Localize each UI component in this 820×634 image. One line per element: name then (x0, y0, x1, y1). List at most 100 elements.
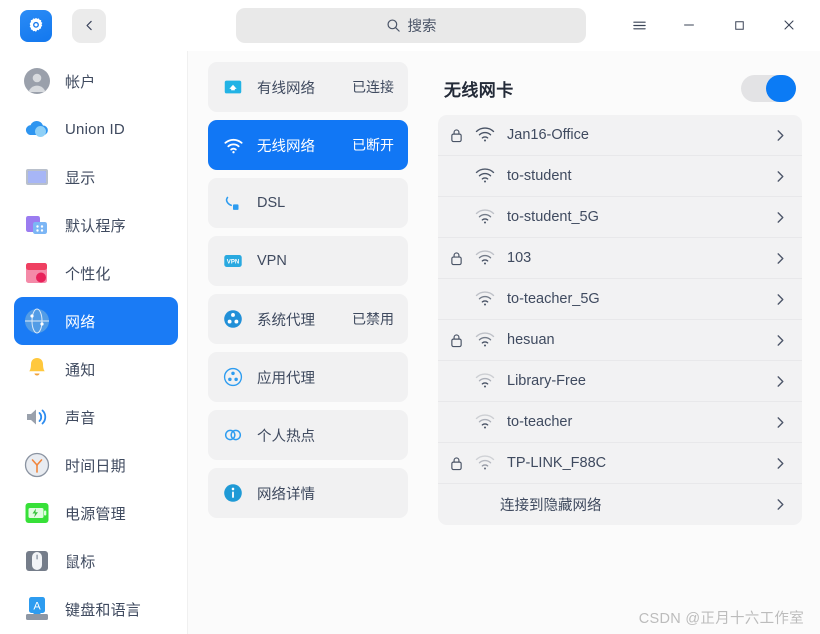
chevron-right-icon (775, 374, 786, 389)
network-category-system-proxy[interactable]: 系统代理 已禁用 (208, 294, 408, 344)
sidebar-item-label: 声音 (65, 409, 96, 427)
minimize-button[interactable] (664, 5, 714, 45)
wifi-signal-icon (470, 332, 500, 348)
settings-window: 搜索 帐户 Union ID 显示 默认程序 个性化 网络 通知 声音 时间日期… (0, 0, 820, 634)
sidebar-item-datetime[interactable]: 时间日期 (14, 441, 178, 489)
search-input[interactable]: 搜索 (236, 8, 586, 43)
wired-network-icon (220, 74, 246, 100)
wifi-ssid: Library-Free (507, 373, 586, 389)
network-category-panel: 有线网络 已连接 无线网络 已断开 DSL VPN VPN 系统代理 已禁用 应… (188, 51, 428, 634)
wifi-row[interactable]: to-teacher (438, 402, 802, 443)
lock-icon (450, 128, 470, 143)
network-category-vpn[interactable]: VPN VPN (208, 236, 408, 286)
maximize-icon (734, 20, 744, 30)
wifi-signal-icon (470, 168, 500, 184)
close-icon (784, 20, 794, 30)
sidebar-item-keyboard-language[interactable]: A 键盘和语言 (14, 585, 178, 633)
network-category-hotspot[interactable]: 个人热点 (208, 410, 408, 460)
personalize-icon (22, 258, 52, 288)
clock-icon (22, 450, 52, 480)
sidebar-item-label: 网络 (65, 313, 96, 331)
wifi-icon (220, 132, 246, 158)
window-body: 帐户 Union ID 显示 默认程序 个性化 网络 通知 声音 时间日期 电源… (0, 51, 820, 634)
sidebar-item-label: 电源管理 (65, 505, 126, 523)
sidebar-item-label: 通知 (65, 361, 96, 379)
search-placeholder-label: 搜索 (407, 19, 437, 35)
default-apps-icon (22, 210, 52, 240)
dsl-icon (220, 190, 246, 216)
sidebar-item-label: 鼠标 (65, 553, 96, 571)
category-label: VPN (257, 253, 287, 269)
network-category-dsl[interactable]: DSL (208, 178, 408, 228)
connect-hidden-network-label: 连接到隐藏网络 (500, 498, 602, 514)
chevron-right-icon (775, 210, 786, 225)
sidebar-item-label: 键盘和语言 (65, 601, 142, 619)
network-category-details[interactable]: 网络详情 (208, 468, 408, 518)
wifi-ssid: hesuan (507, 332, 555, 348)
network-category-wired[interactable]: 有线网络 已连接 (208, 62, 408, 112)
back-button[interactable] (72, 8, 106, 43)
battery-icon (22, 498, 52, 528)
wifi-signal-icon (470, 250, 500, 266)
watermark: CSDN @正月十六工作室 (638, 611, 804, 627)
lock-icon (450, 456, 470, 471)
svg-text:VPN: VPN (227, 259, 239, 265)
wifi-row[interactable]: hesuan (438, 320, 802, 361)
wifi-ssid: 103 (507, 250, 532, 266)
sidebar-item-sound[interactable]: 声音 (14, 393, 178, 441)
network-category-wireless[interactable]: 无线网络 已断开 (208, 120, 408, 170)
wifi-row[interactable]: to-student_5G (438, 197, 802, 238)
wifi-row[interactable]: to-student (438, 156, 802, 197)
sidebar-item-personalize[interactable]: 个性化 (14, 249, 178, 297)
sidebar-item-network[interactable]: 网络 (14, 297, 178, 345)
info-icon (220, 480, 246, 506)
connect-hidden-network-row[interactable]: 连接到隐藏网络 (438, 484, 802, 525)
maximize-button[interactable] (714, 5, 764, 45)
chevron-right-icon (775, 456, 786, 471)
lock-icon (450, 251, 470, 266)
menu-button[interactable] (614, 5, 664, 45)
wifi-row[interactable]: Library-Free (438, 361, 802, 402)
category-label: 系统代理 (257, 312, 315, 329)
lock-icon (450, 333, 470, 348)
category-status: 已断开 (352, 137, 394, 153)
sidebar-item-display[interactable]: 显示 (14, 153, 178, 201)
sidebar-item-label: 默认程序 (65, 217, 126, 235)
category-label: DSL (257, 195, 286, 211)
display-icon (22, 162, 52, 192)
sidebar: 帐户 Union ID 显示 默认程序 个性化 网络 通知 声音 时间日期 电源… (0, 51, 188, 634)
sidebar-item-label: 显示 (65, 169, 96, 187)
wifi-row[interactable]: 103 (438, 238, 802, 279)
close-button[interactable] (764, 5, 814, 45)
category-label: 应用代理 (257, 370, 315, 387)
title-bar: 搜索 (0, 0, 820, 51)
network-category-app-proxy[interactable]: 应用代理 (208, 352, 408, 402)
window-controls (614, 5, 814, 45)
wifi-signal-icon (470, 209, 500, 225)
hamburger-icon (632, 21, 646, 29)
wifi-row[interactable]: to-teacher_5G (438, 279, 802, 320)
system-proxy-icon (220, 306, 246, 332)
category-label: 有线网络 (257, 80, 315, 97)
sidebar-item-default-apps[interactable]: 默认程序 (14, 201, 178, 249)
chevron-right-icon (775, 169, 786, 184)
wifi-row[interactable]: TP-LINK_F88C (438, 443, 802, 484)
sidebar-item-label: 帐户 (65, 73, 96, 91)
vpn-icon: VPN (220, 248, 246, 274)
app-proxy-icon (220, 364, 246, 390)
sidebar-item-power[interactable]: 电源管理 (14, 489, 178, 537)
sidebar-item-mouse[interactable]: 鼠标 (14, 537, 178, 585)
wifi-row[interactable]: Jan16-Office (438, 115, 802, 156)
sidebar-item-account[interactable]: 帐户 (14, 57, 178, 105)
sidebar-item-notification[interactable]: 通知 (14, 345, 178, 393)
sidebar-item-label: 个性化 (65, 265, 111, 283)
category-label: 无线网络 (257, 138, 315, 155)
wireless-toggle[interactable] (741, 74, 796, 102)
wifi-signal-icon (470, 414, 500, 430)
chevron-right-icon (775, 415, 786, 430)
sidebar-item-union-id[interactable]: Union ID (14, 105, 178, 153)
wifi-ssid: to-teacher_5G (507, 291, 600, 307)
chevron-right-icon (775, 292, 786, 307)
wifi-signal-icon (470, 373, 500, 389)
minimize-icon (684, 24, 694, 26)
